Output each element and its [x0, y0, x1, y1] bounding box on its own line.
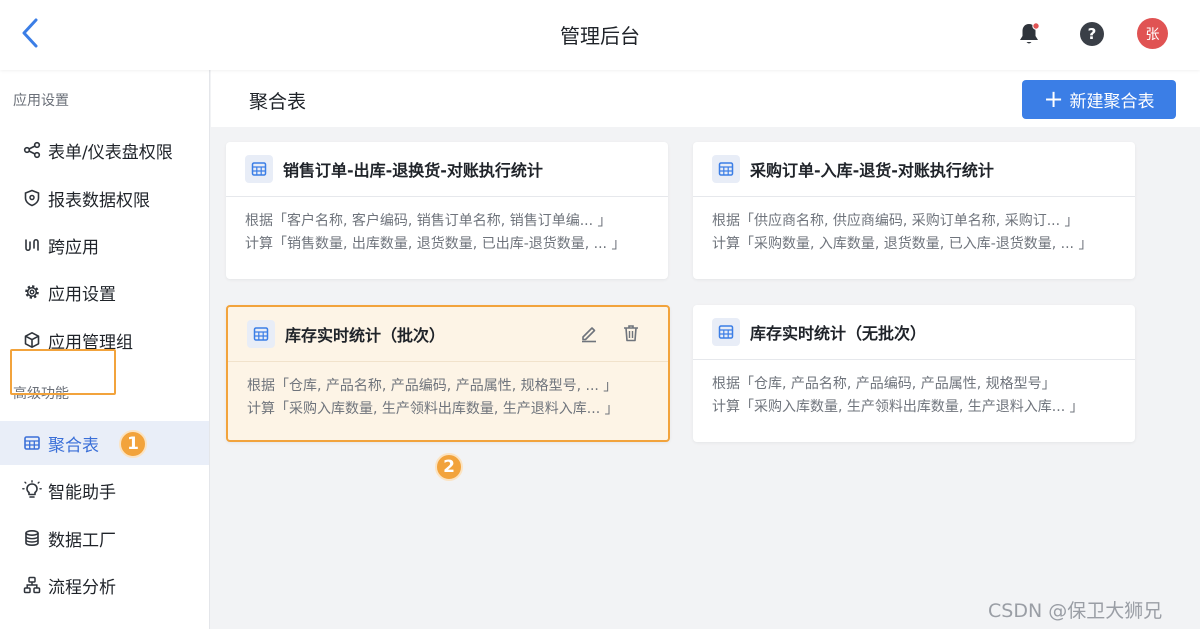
- sidebar-item-label: 表单/仪表盘权限: [48, 142, 173, 163]
- flow-icon: [22, 575, 42, 595]
- page-title: 聚合表: [249, 91, 307, 113]
- card-header: 采购订单-入库-退货-对账执行统计: [693, 142, 1135, 197]
- plus-icon: +: [1043, 84, 1064, 113]
- sidebar-item-label: 应用管理组: [48, 332, 133, 353]
- avatar-initial: 张: [1145, 26, 1160, 43]
- trash-icon: [624, 325, 638, 342]
- card-group-by-text: 根据「仓库, 产品名称, 产品编码, 产品属性, 规格型号」: [712, 376, 1056, 392]
- table-icon: [22, 433, 42, 453]
- card-title: 库存实时统计（批次）: [285, 326, 446, 345]
- aggregate-card-inventory-no-batch[interactable]: 库存实时统计（无批次） 根据「仓库, 产品名称, 产品编码, 产品属性, 规格型…: [693, 305, 1135, 442]
- link-icon: [22, 235, 42, 255]
- card-title: 采购订单-入库-退货-对账执行统计: [750, 161, 994, 180]
- new-aggregate-table-label: 新建聚合表: [1069, 92, 1155, 112]
- table-icon: [712, 155, 740, 183]
- sidebar-item-label: 跨应用: [48, 237, 99, 258]
- sidebar-item-form-dashboard-permission[interactable]: 表单/仪表盘权限: [0, 128, 209, 172]
- sidebar-item-label: 智能助手: [48, 482, 116, 503]
- watermark: CSDN @保卫大狮兄: [988, 600, 1163, 622]
- gear-icon: [22, 282, 42, 302]
- sidebar-item-process-analysis[interactable]: 流程分析: [0, 563, 209, 607]
- sidebar-item-label: 聚合表: [48, 435, 99, 456]
- sidebar-item-label: 应用设置: [48, 284, 116, 305]
- avatar[interactable]: 张: [1137, 18, 1168, 49]
- sidebar-item-aggregate-table[interactable]: 聚合表: [0, 421, 209, 465]
- sidebar-item-label: 流程分析: [48, 577, 116, 598]
- sidebar-item-label: 报表数据权限: [48, 190, 150, 211]
- sidebar-item-report-data-permission[interactable]: 报表数据权限: [0, 176, 209, 220]
- lightbulb-icon: [22, 480, 42, 500]
- notification-button[interactable]: [1016, 21, 1042, 47]
- card-calculate-text: 计算「销售数量, 出库数量, 退货数量, 已出库-退货数量, ... 」: [245, 236, 626, 252]
- cube-icon: [22, 330, 42, 350]
- sidebar-section-advanced: 高级功能: [13, 386, 69, 402]
- edit-button[interactable]: [578, 322, 600, 344]
- card-description: 根据「供应商名称, 供应商编码, 采购订单名称, 采购订... 」 计算「采购数…: [712, 210, 1123, 256]
- card-description: 根据「客户名称, 客户编码, 销售订单名称, 销售订单编... 」 计算「销售数…: [245, 210, 656, 256]
- bell-icon: [1020, 22, 1040, 44]
- aggregate-card-sales[interactable]: 销售订单-出库-退换货-对账执行统计 根据「客户名称, 客户编码, 销售订单名称…: [226, 142, 668, 279]
- card-title: 销售订单-出库-退换货-对账执行统计: [283, 161, 543, 180]
- new-aggregate-table-button[interactable]: + 新建聚合表: [1022, 80, 1176, 119]
- help-icon: ?: [1087, 25, 1097, 43]
- table-icon: [712, 318, 740, 346]
- sidebar-item-smart-assistant[interactable]: 智能助手: [0, 468, 209, 512]
- top-bar: 管理后台 ? 张: [0, 0, 1200, 70]
- card-description: 根据「仓库, 产品名称, 产品编码, 产品属性, 规格型号」 计算「采购入库数量…: [712, 373, 1123, 419]
- sidebar-section-app-settings: 应用设置: [13, 93, 69, 109]
- card-group-by-text: 根据「仓库, 产品名称, 产品编码, 产品属性, 规格型号, ... 」: [247, 378, 618, 394]
- card-calculate-text: 计算「采购数量, 入库数量, 退货数量, 已入库-退货数量, ... 」: [712, 236, 1093, 252]
- shield-icon: [22, 188, 42, 208]
- card-calculate-text: 计算「采购入库数量, 生产领料出库数量, 生产退料入库... 」: [247, 401, 619, 417]
- database-icon: [22, 528, 42, 548]
- card-description: 根据「仓库, 产品名称, 产品编码, 产品属性, 规格型号, ... 」 计算「…: [247, 375, 656, 421]
- sidebar-item-cross-app[interactable]: 跨应用: [0, 223, 209, 267]
- sidebar-item-data-factory[interactable]: 数据工厂: [0, 516, 209, 560]
- aggregate-card-purchase[interactable]: 采购订单-入库-退货-对账执行统计 根据「供应商名称, 供应商编码, 采购订单名…: [693, 142, 1135, 279]
- card-calculate-text: 计算「采购入库数量, 生产领料出库数量, 生产退料入库... 」: [712, 399, 1084, 415]
- sidebar-item-app-settings[interactable]: 应用设置: [0, 270, 209, 314]
- pencil-icon: [582, 327, 596, 343]
- card-actions: [578, 322, 642, 344]
- page-header: 聚合表 + 新建聚合表: [211, 70, 1200, 127]
- sidebar-item-app-admin-group[interactable]: 应用管理组: [0, 318, 209, 362]
- sidebar: 应用设置 表单/仪表盘权限 报表数据权限 跨应用 应用设置 应用管理组 高级功能: [0, 70, 210, 629]
- share-nodes-icon: [22, 140, 42, 160]
- table-icon: [245, 155, 273, 183]
- step-marker-1: 1: [119, 430, 147, 458]
- help-button[interactable]: ?: [1080, 22, 1104, 46]
- delete-button[interactable]: [620, 322, 642, 344]
- table-icon: [247, 320, 275, 348]
- card-header: 库存实时统计（无批次）: [693, 305, 1135, 360]
- sidebar-item-label: 数据工厂: [48, 530, 116, 551]
- card-group-by-text: 根据「客户名称, 客户编码, 销售订单名称, 销售订单编... 」: [245, 213, 612, 229]
- step-marker-2: 2: [435, 453, 463, 481]
- card-header: 销售订单-出库-退换货-对账执行统计: [226, 142, 668, 197]
- card-group-by-text: 根据「供应商名称, 供应商编码, 采购订单名称, 采购订... 」: [712, 213, 1079, 229]
- card-title: 库存实时统计（无批次）: [750, 324, 927, 343]
- aggregate-card-inventory-batch[interactable]: 库存实时统计（批次） 根据「仓库, 产品名称, 产品编码, 产品属性, 规格型号…: [226, 305, 670, 442]
